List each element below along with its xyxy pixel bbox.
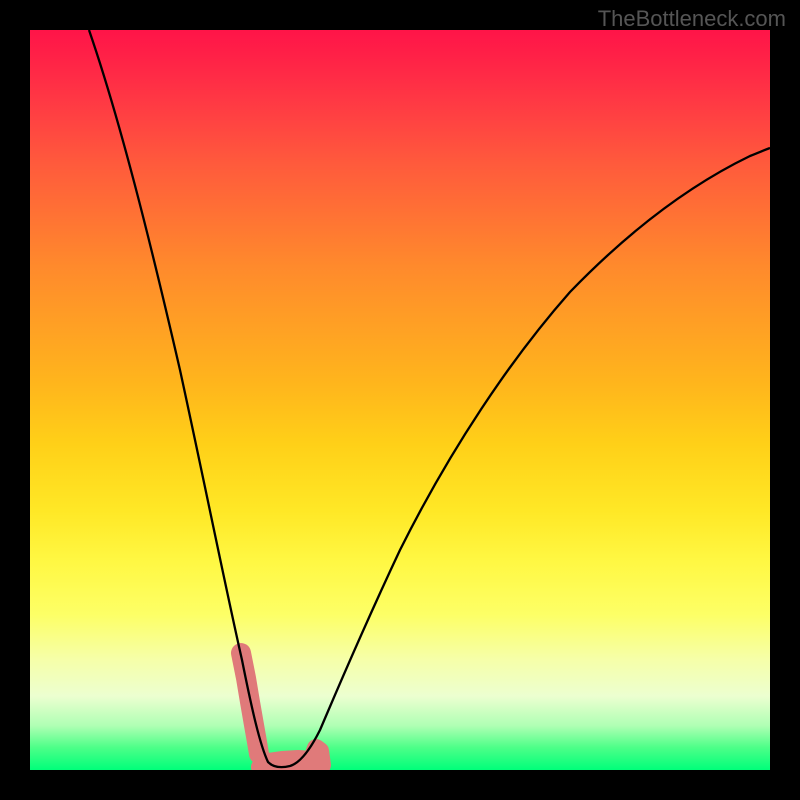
watermark-text: TheBottleneck.com [598, 6, 786, 32]
bottleneck-curve-path [89, 30, 770, 767]
bottleneck-chart [30, 30, 770, 770]
